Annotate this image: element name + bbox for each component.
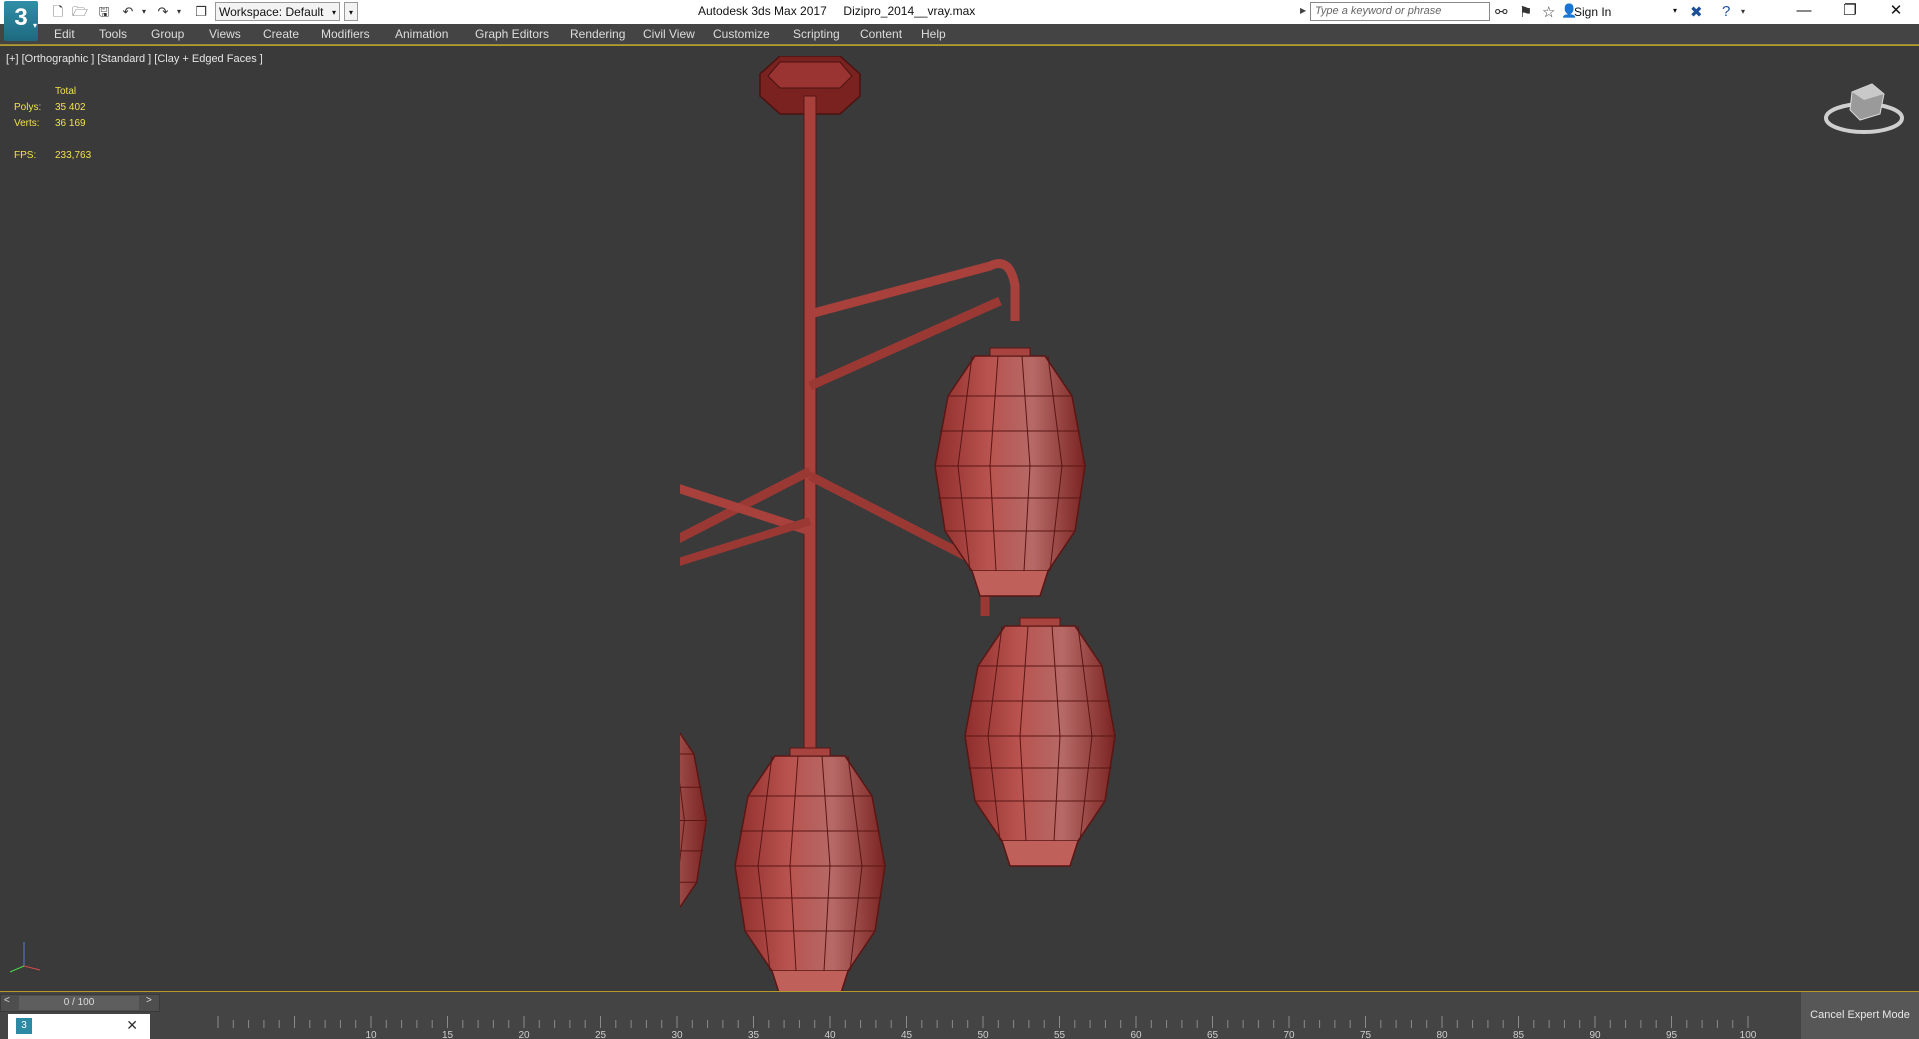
file-name: Dizipro_2014__vray.max	[843, 4, 976, 18]
menu-modifiers[interactable]: Modifiers	[321, 27, 370, 41]
stats-header: Total	[55, 86, 77, 97]
menu-edit[interactable]: Edit	[54, 27, 75, 41]
viewport-label-menu[interactable]: [+] [Orthographic ] [Standard ] [Clay + …	[6, 53, 263, 65]
menu-group[interactable]: Group	[151, 27, 184, 41]
verts-label: Verts:	[14, 118, 40, 129]
next-frame-icon[interactable]: >	[146, 995, 152, 1006]
window-title: Autodesk 3ds Max 2017 Dizipro_2014__vray…	[698, 4, 975, 18]
binoculars-icon[interactable]: ⚯	[1495, 3, 1508, 21]
chevron-down-icon: ▾	[331, 8, 336, 17]
new-file-icon[interactable]: 🗋	[50, 4, 66, 20]
restore-button[interactable]: ❐	[1827, 0, 1873, 24]
workspace-dropdown[interactable]: Workspace: Default ▾	[215, 2, 340, 21]
menu-customize[interactable]: Customize	[713, 27, 770, 41]
menu-graph-editors[interactable]: Graph Editors	[475, 27, 549, 41]
cancel-expert-mode-button[interactable]: Cancel Expert Mode	[1801, 992, 1919, 1039]
polys-value: 35 402	[55, 102, 86, 113]
undo-icon[interactable]: ↶	[120, 4, 136, 20]
search-expand-icon[interactable]: ▶	[1300, 6, 1306, 15]
undo-dropdown-icon[interactable]: ▾	[136, 4, 152, 20]
menu-tools[interactable]: Tools	[99, 27, 127, 41]
title-bar: 3 ▾ 🗋 🗁 🖫 ↶ ▾ ↷ ▾ ❐ Workspace: Default ▾ ▾…	[0, 0, 1919, 41]
window-controls: — ❐ ✕	[1781, 0, 1919, 24]
polys-label: Polys:	[14, 102, 42, 113]
menu-animation[interactable]: Animation	[395, 27, 448, 41]
help-icon[interactable]: ?	[1722, 3, 1730, 20]
app-name: Autodesk 3ds Max 2017	[698, 4, 827, 18]
workspace-label: Workspace: Default	[219, 5, 324, 19]
previous-frame-icon[interactable]: <	[4, 995, 10, 1006]
chevron-down-icon[interactable]: ▾	[1741, 7, 1745, 16]
communication-center-icon[interactable]: ⚑	[1519, 3, 1532, 21]
viewcube-icon[interactable]	[1822, 72, 1906, 140]
redo-icon[interactable]: ↷	[155, 4, 171, 20]
app-logo-icon: 3	[16, 1018, 32, 1034]
close-icon[interactable]: ✕	[126, 1017, 138, 1034]
chandelier-model[interactable]	[680, 56, 1280, 996]
favorites-star-icon[interactable]: ☆	[1542, 3, 1555, 21]
quick-access-customize-button[interactable]: ▾	[344, 2, 358, 21]
verts-value: 36 169	[55, 118, 86, 129]
autodesk-exchange-icon[interactable]: ✖	[1690, 3, 1703, 21]
menu-help[interactable]: Help	[921, 27, 946, 41]
app-logo-button[interactable]: 3 ▾	[4, 1, 38, 41]
taskbar-thumbnail[interactable]: 3 ✕	[8, 1014, 150, 1039]
track-bar[interactable]: 10 15 20 25 30 35 40 45 50 55 60 65 70 75 80 85 90 95 100	[158, 1012, 1758, 1039]
chevron-down-icon[interactable]: ▾	[1673, 6, 1677, 15]
time-slider[interactable]: < 0 / 100 >	[0, 994, 160, 1012]
menu-rendering[interactable]: Rendering	[570, 27, 625, 41]
menu-scripting[interactable]: Scripting	[793, 27, 840, 41]
timeline-area: < 0 / 100 > 3 ✕ 10 15 20 25 30 35 40 45 50 55 60 65…	[0, 991, 1919, 1039]
sign-in-button[interactable]: Sign In	[1574, 5, 1611, 19]
fps-label: FPS:	[14, 150, 37, 161]
minimize-button[interactable]: —	[1781, 0, 1827, 24]
search-input[interactable]: Type a keyword or phrase	[1310, 2, 1490, 21]
menu-views[interactable]: Views	[209, 27, 241, 41]
redo-dropdown-icon[interactable]: ▾	[171, 4, 187, 20]
project-folder-icon[interactable]: ❐	[193, 4, 209, 20]
menu-bar: Edit Tools Group Views Create Modifiers …	[0, 24, 1919, 45]
fps-value: 233,763	[55, 150, 92, 161]
open-file-icon[interactable]: 🗁	[72, 4, 88, 20]
menu-content[interactable]: Content	[860, 27, 902, 41]
perspective-viewport[interactable]: [+] [Orthographic ] [Standard ] [Clay + …	[0, 45, 1919, 996]
menu-civil-view[interactable]: Civil View	[643, 27, 695, 41]
axis-tripod-icon	[9, 942, 41, 973]
menu-create[interactable]: Create	[263, 27, 299, 41]
save-icon[interactable]: 🖫	[96, 4, 112, 20]
close-button[interactable]: ✕	[1873, 0, 1919, 24]
time-slider-thumb[interactable]: 0 / 100	[19, 996, 139, 1010]
